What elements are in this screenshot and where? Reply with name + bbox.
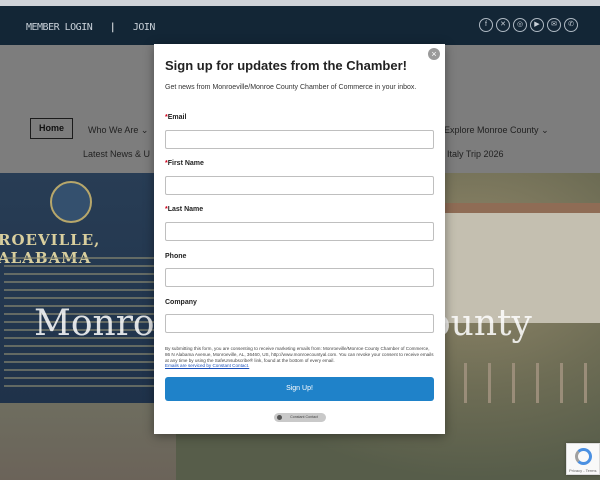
nav-who-we-are-label: Who We Are (88, 125, 139, 135)
sign-up-button[interactable]: Sign Up! (165, 377, 434, 401)
top-bar: MEMBER LOGIN | JOIN f ✕ ◎ ▶ ✉ ✆ (0, 6, 600, 45)
top-links-separator: | (109, 22, 116, 33)
email-field[interactable] (165, 130, 434, 149)
constant-contact-link[interactable]: Emails are serviced by Constant Contact. (165, 363, 249, 368)
company-field[interactable] (165, 314, 434, 333)
badge-label: Constant Contact (290, 415, 318, 419)
recaptcha-badge[interactable]: Privacy - Terms (566, 443, 600, 475)
hero-title: Monro ounty (34, 303, 532, 344)
constant-contact-icon (277, 415, 282, 420)
top-links: MEMBER LOGIN | JOIN (26, 22, 155, 33)
email-label-text: Email (167, 114, 187, 121)
first-name-label: *First Name (165, 160, 204, 167)
company-label: Company (165, 299, 197, 306)
close-icon[interactable]: × (428, 48, 440, 60)
state-seal-icon (50, 181, 92, 223)
social-icons: f ✕ ◎ ▶ ✉ ✆ (479, 18, 578, 32)
phone-label: Phone (165, 253, 187, 260)
phone-field[interactable] (165, 268, 434, 287)
whatsapp-icon[interactable]: ✆ (564, 18, 578, 32)
nav-who-we-are[interactable]: Who We Are ⌄ (88, 125, 148, 136)
consent-body: By submitting this form, you are consent… (165, 346, 434, 363)
member-login-link[interactable]: MEMBER LOGIN (26, 22, 93, 33)
historic-marker: ROEVILLE, ALABAMA (0, 173, 175, 403)
nav-latest-news[interactable]: Latest News & U (83, 149, 150, 159)
consent-text: By submitting this form, you are consent… (165, 346, 435, 369)
email-icon[interactable]: ✉ (547, 18, 561, 32)
chevron-down-icon: ⌄ (140, 125, 149, 135)
constant-contact-badge[interactable]: Constant Contact (274, 413, 326, 422)
hero-title-left: Monro (34, 303, 155, 344)
x-icon[interactable]: ✕ (496, 18, 510, 32)
last-name-label-text: Last Name (167, 206, 204, 213)
modal-title: Sign up for updates from the Chamber! (165, 58, 407, 73)
recaptcha-links[interactable]: Privacy - Terms (569, 468, 596, 473)
last-name-label: *Last Name (165, 206, 203, 213)
youtube-icon[interactable]: ▶ (530, 18, 544, 32)
nav-home[interactable]: Home (30, 118, 73, 139)
join-link[interactable]: JOIN (133, 22, 156, 33)
chevron-down-icon: ⌄ (541, 125, 549, 135)
first-name-label-text: First Name (167, 160, 204, 167)
first-name-field[interactable] (165, 176, 434, 195)
facebook-icon[interactable]: f (479, 18, 493, 32)
nav-italy-trip[interactable]: Italy Trip 2026 (447, 149, 504, 159)
last-name-field[interactable] (165, 222, 434, 241)
nav-explore[interactable]: Explore Monroe County ⌄ (444, 125, 549, 136)
signup-modal: × Sign up for updates from the Chamber! … (154, 44, 445, 434)
nav-explore-label: Explore Monroe County (444, 125, 539, 135)
modal-description: Get news from Monroeville/Monroe County … (165, 84, 417, 91)
recaptcha-icon (575, 448, 592, 465)
instagram-icon[interactable]: ◎ (513, 18, 527, 32)
email-label: *Email (165, 114, 186, 121)
